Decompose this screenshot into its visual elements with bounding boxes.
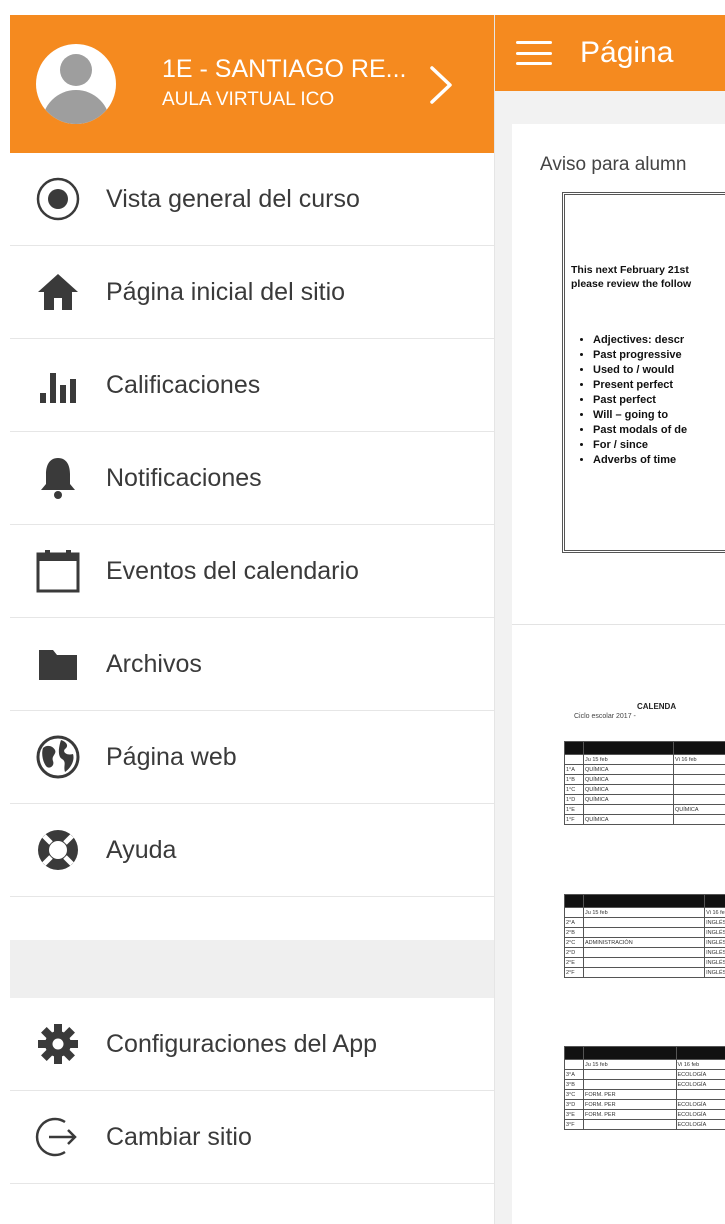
table-row: 3°E FORM. PER ECOLOGÍA — [564, 1109, 725, 1120]
exit-arrow-icon — [30, 1109, 86, 1165]
notice-line-2: please review the follow — [571, 278, 692, 290]
menu-item-calendar-events[interactable]: Eventos del calendario — [10, 525, 494, 618]
schedule-table-2: Ju 15 febVi 16 feb 2°AINGLÉS 2°BINGLÉS 2… — [564, 894, 725, 978]
page-title: Página — [580, 36, 674, 69]
notice-heading: Aviso para alumn — [540, 154, 687, 175]
table-row: 3°B ECOLOGÍA — [564, 1079, 725, 1090]
menu-item-grades[interactable]: Calificaciones — [10, 339, 494, 432]
menu-item-label: Ayuda — [106, 835, 177, 864]
list-item: Adverbs of time — [593, 453, 687, 468]
table-row: 2°F INGLÉS — [564, 967, 725, 978]
table-row: 2°D INGLÉS — [564, 947, 725, 958]
avatar — [36, 44, 116, 124]
menu-item-label: Eventos del calendario — [106, 556, 359, 585]
menu-item-label: Notificaciones — [106, 463, 262, 492]
list-item: Will – going to — [593, 408, 687, 423]
lifebuoy-icon — [30, 822, 86, 878]
list-item: Used to / would — [593, 363, 687, 378]
course-overview-icon — [30, 171, 86, 227]
table-header: Vi 16 feb — [675, 1059, 725, 1070]
calendar-icon — [30, 543, 86, 599]
table-row: 2°E INGLÉS — [564, 957, 725, 968]
table-row: 3°D FORM. PER ECOLOGÍA — [564, 1099, 725, 1110]
menu-item-website[interactable]: Página web — [10, 711, 494, 804]
app-topbar: Página — [494, 15, 725, 91]
calendar-title: CALENDA — [637, 702, 677, 711]
table-row: 1°D QUÍMICA — [564, 794, 725, 805]
menu-item-site-home[interactable]: Página inicial del sitio — [10, 246, 494, 339]
menu-item-label: Vista general del curso — [106, 184, 360, 213]
menu-item-label: Página inicial del sitio — [106, 277, 346, 306]
table-header: Vi 16 feb — [704, 907, 725, 918]
list-item: Past progressive — [593, 348, 687, 363]
table-header: Ju 15 feb — [582, 907, 706, 918]
menu-item-label: Página web — [106, 742, 237, 771]
topic-list: Adjectives: descr Past progressive Used … — [571, 333, 687, 468]
notice-line-1: This next February 21st — [571, 264, 689, 276]
table-header: Ju 15 feb — [583, 754, 674, 765]
site-name: AULA VIRTUAL ICO — [162, 89, 335, 110]
grades-chart-icon — [30, 357, 86, 413]
schedule-table-3: Ju 15 feb Vi 16 feb 3°A ECOLOGÍA 3°B ECOLOG… — [564, 1046, 725, 1130]
home-icon — [30, 264, 86, 320]
table-row: 1°C QUÍMICA — [564, 784, 725, 795]
menu-item-course-overview[interactable]: Vista general del curso — [10, 153, 494, 246]
gear-icon — [30, 1016, 86, 1072]
list-item: Adjectives: descr — [593, 333, 687, 348]
table-row: 1°F QUÍMICA — [564, 814, 725, 825]
menu-item-label: Calificaciones — [106, 370, 261, 399]
menu-spacer — [10, 940, 494, 998]
menu-item-help[interactable]: Ayuda — [10, 804, 494, 897]
table-row: 2°C ADMINISTRACIÓN INGLÉS — [564, 937, 725, 948]
folder-icon — [30, 636, 86, 692]
table-row: 3°F ECOLOGÍA — [564, 1119, 725, 1130]
table-header: Vi 16 feb — [673, 754, 725, 765]
table-header: Ju 15 feb — [583, 1059, 677, 1070]
menu-item-files[interactable]: Archivos — [10, 618, 494, 711]
menu-item-notifications[interactable]: Notificaciones — [10, 432, 494, 525]
menu-item-switch-site[interactable]: Cambiar sitio — [10, 1091, 494, 1184]
hamburger-menu-icon[interactable] — [516, 41, 552, 65]
menu-item-label: Cambiar sitio — [106, 1122, 252, 1151]
list-item: Present perfect — [593, 378, 687, 393]
table-row: 3°C FORM. PER — [564, 1089, 725, 1100]
drawer-header[interactable]: 1E - SANTIAGO RE... AULA VIRTUAL ICO — [10, 15, 494, 153]
table-row: 1°B QUÍMICA — [564, 774, 725, 785]
chevron-right-icon[interactable] — [428, 65, 454, 105]
content-card: Aviso para alumn This next February 21st… — [512, 124, 725, 1224]
schedule-table-1: Ju 15 feb Vi 16 feb 1°A QUÍMICA 1°B QUÍMICA… — [564, 741, 725, 825]
navigation-drawer: 1E - SANTIAGO RE... AULA VIRTUAL ICO Vis… — [10, 15, 495, 1224]
divider — [512, 624, 725, 625]
calendar-subtitle: Ciclo escolar 2017 - — [574, 713, 636, 720]
table-row: 1°A QUÍMICA — [564, 764, 725, 775]
bell-icon — [30, 450, 86, 506]
menu-item-label: Archivos — [106, 649, 202, 678]
course-name: 1E - SANTIAGO RE... — [162, 55, 407, 83]
menu-item-app-settings[interactable]: Configuraciones del App — [10, 998, 494, 1091]
table-row: 2°B INGLÉS — [564, 927, 725, 938]
menu-item-label: Configuraciones del App — [106, 1029, 378, 1058]
table-row: 3°A ECOLOGÍA — [564, 1069, 725, 1080]
globe-icon — [30, 729, 86, 785]
notice-text: This next February 21st please review th… — [571, 263, 691, 291]
list-item: For / since — [593, 438, 687, 453]
table-row: 2°A INGLÉS — [564, 917, 725, 928]
list-item: Past perfect — [593, 393, 687, 408]
notice-image: This next February 21st please review th… — [562, 192, 725, 553]
list-item: Past modals of de — [593, 423, 687, 438]
table-row: 1°E QUÍMICA — [564, 804, 725, 815]
